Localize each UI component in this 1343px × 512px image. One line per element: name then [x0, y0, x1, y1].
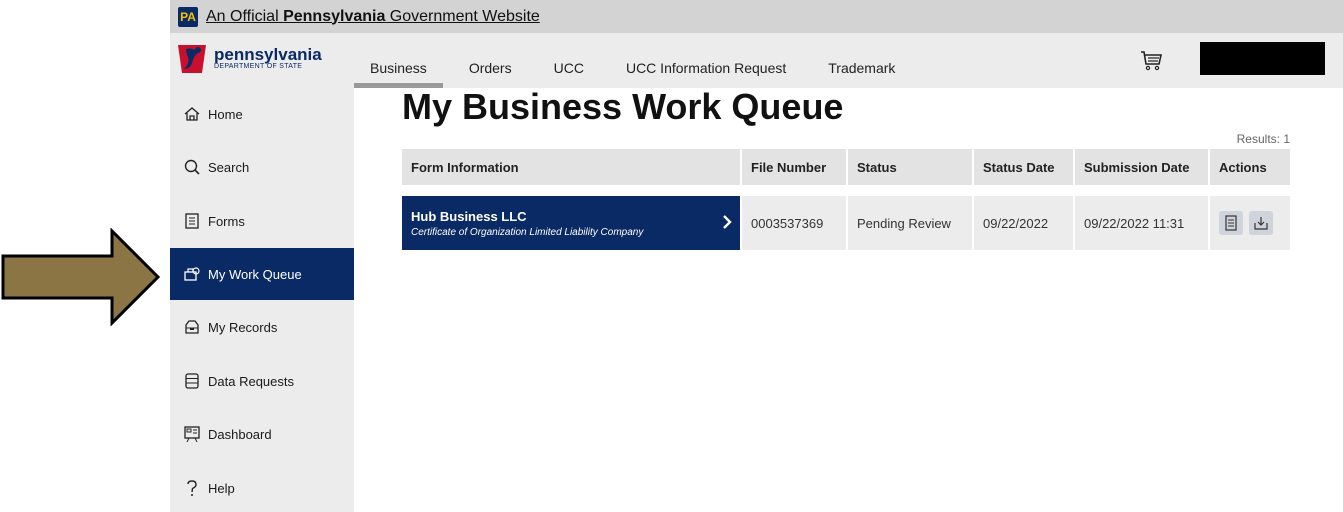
tab-ucc-information-request[interactable]: UCC Information Request	[626, 33, 786, 88]
cart-icon[interactable]	[1138, 47, 1164, 73]
column-header-submission-date[interactable]: Submission Date	[1075, 149, 1210, 185]
column-header-file-number[interactable]: File Number	[742, 149, 848, 185]
site-header: pennsylvania DEPARTMENT OF STATE Busines…	[170, 33, 1343, 88]
forms-icon	[185, 213, 199, 229]
tab-ucc[interactable]: UCC	[554, 33, 584, 88]
sidebar-item-data-requests[interactable]: Data Requests	[170, 355, 354, 407]
database-icon	[185, 373, 199, 389]
dashboard-icon	[184, 426, 200, 443]
form-information-cell[interactable]: Hub Business LLC Certificate of Organiza…	[402, 196, 742, 250]
download-button[interactable]	[1249, 211, 1273, 235]
sidebar-item-help[interactable]: Help	[170, 462, 354, 512]
view-document-icon	[1225, 215, 1237, 231]
sidebar-item-label: My Work Queue	[208, 266, 302, 282]
column-header-actions: Actions	[1219, 159, 1267, 175]
status-date-cell: 09/22/2022	[974, 196, 1075, 250]
table-row: Hub Business LLC Certificate of Organiza…	[402, 196, 1290, 250]
status-cell: Pending Review	[848, 196, 974, 250]
sidebar-item-my-work-queue[interactable]: My Work Queue	[170, 248, 354, 300]
sidebar-item-home[interactable]: Home	[170, 88, 354, 140]
pa-badge-icon: PA	[178, 6, 198, 27]
sidebar-item-label: Help	[208, 480, 235, 496]
sidebar-item-label: Search	[208, 159, 250, 175]
sidebar-item-search[interactable]: Search	[170, 141, 354, 193]
keystone-logo-icon	[178, 45, 206, 73]
logo-subtitle: DEPARTMENT OF STATE	[214, 62, 303, 70]
official-website-link[interactable]: An Official Pennsylvania Government Webs…	[206, 8, 540, 26]
official-banner: PA An Official Pennsylvania Government W…	[170, 0, 1343, 33]
sidebar-item-forms[interactable]: Forms	[170, 195, 354, 247]
submission-date-cell: 09/22/2022 11:31	[1075, 196, 1210, 250]
sidebar-item-label: Dashboard	[208, 426, 272, 442]
column-header-status-date[interactable]: Status Date	[974, 149, 1075, 185]
user-account-button[interactable]	[1200, 42, 1325, 75]
actions-cell	[1210, 196, 1290, 250]
sidebar: Home Search Forms My Work Queue My Recor…	[170, 88, 354, 512]
sidebar-item-label: Data Requests	[208, 373, 294, 389]
sidebar-item-my-records[interactable]: My Records	[170, 301, 354, 353]
view-document-button[interactable]	[1219, 211, 1243, 235]
home-icon	[184, 107, 200, 121]
pennsylvania-logo[interactable]: pennsylvania DEPARTMENT OF STATE	[176, 41, 322, 75]
sidebar-item-label: Home	[208, 106, 243, 122]
search-icon	[184, 159, 200, 175]
form-type: Certificate of Organization Limited Liab…	[411, 226, 644, 238]
file-number-cell: 0003537369	[742, 196, 848, 250]
annotation-arrow	[1, 228, 161, 326]
column-header-status[interactable]: Status	[848, 149, 974, 185]
sidebar-item-dashboard[interactable]: Dashboard	[170, 408, 354, 460]
results-count: Results: 1	[1236, 132, 1290, 146]
work-queue-icon	[184, 267, 200, 281]
tab-business[interactable]: Business	[354, 33, 443, 88]
records-icon	[185, 320, 199, 334]
help-icon	[187, 480, 197, 496]
download-icon	[1254, 217, 1268, 230]
logo-name: pennsylvania	[214, 44, 322, 64]
chevron-right-icon	[723, 215, 732, 229]
sidebar-item-label: My Records	[208, 319, 278, 335]
column-header-form-information[interactable]: Form Information	[402, 149, 742, 185]
tab-orders[interactable]: Orders	[469, 33, 512, 88]
page-title: My Business Work Queue	[402, 86, 844, 127]
sidebar-item-label: Forms	[208, 213, 245, 229]
table-header: Form Information File Number Status Stat…	[402, 149, 1290, 185]
top-nav: Business Orders UCC UCC Information Requ…	[354, 33, 937, 88]
form-name: Hub Business LLC	[411, 208, 527, 224]
tab-trademark[interactable]: Trademark	[828, 33, 895, 88]
